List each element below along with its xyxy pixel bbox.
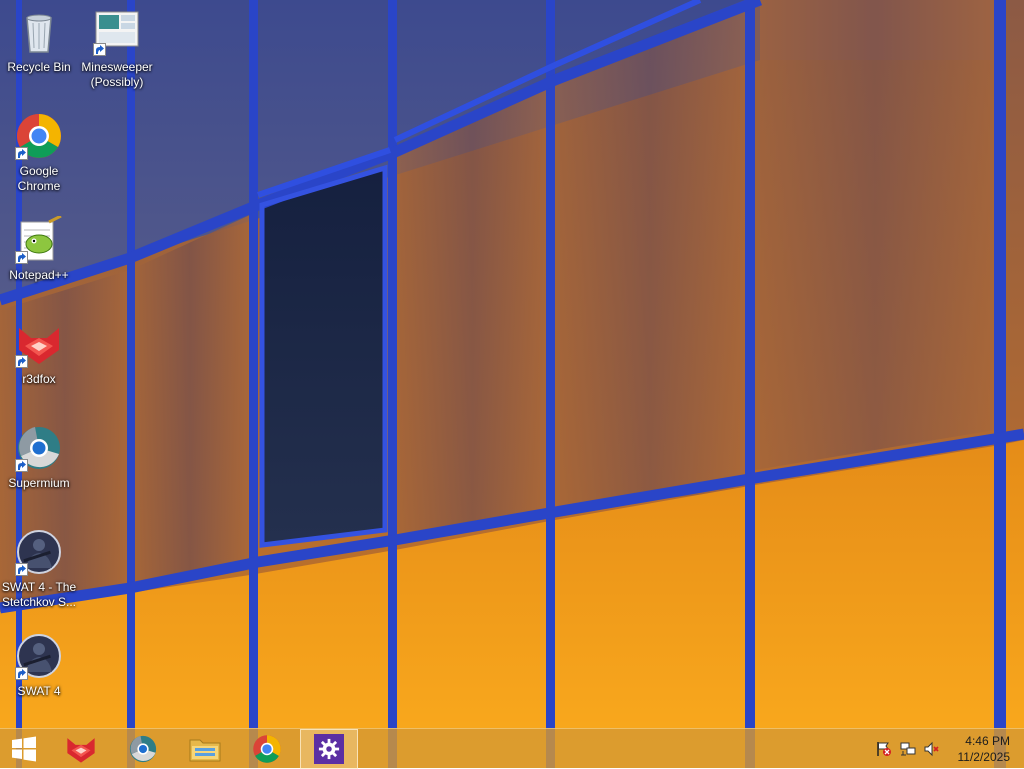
desktop-icon-label: Google Chrome (17, 164, 61, 193)
supermium-icon (129, 735, 157, 763)
desktop-icon-minesweeper[interactable]: Minesweeper (Possibly) (79, 2, 155, 98)
clock-date: 11/2/2025 (957, 750, 1011, 764)
swat4-icon (15, 632, 63, 680)
supermium-icon (15, 424, 63, 472)
recycle-bin-icon (15, 8, 63, 56)
taskbar-button-google-chrome[interactable] (238, 729, 296, 769)
taskbar-button-r3dfox[interactable] (52, 729, 110, 769)
taskbar-button-settings[interactable] (300, 729, 358, 769)
wallpaper-art (0, 0, 1024, 768)
taskbar-button-file-explorer[interactable] (176, 729, 234, 769)
swat4-icon (15, 528, 63, 576)
chrome-icon (253, 735, 281, 763)
desktop-icon-label: r3dfox (22, 372, 56, 386)
tray-clock[interactable]: 4:46 PM 11/2/2025 (940, 733, 1011, 765)
settings-tile (314, 734, 344, 764)
system-tray: 4:46 PM 11/2/2025 (864, 729, 1024, 769)
chrome-icon (15, 112, 63, 160)
desktop-icon-swat4-stetchkov[interactable]: SWAT 4 - The Stetchkov S... (1, 522, 77, 618)
taskbar-button-supermium[interactable] (114, 729, 172, 769)
shortcut-arrow-icon (15, 459, 28, 472)
network-icon[interactable] (900, 741, 916, 757)
action-center-flag-icon[interactable] (876, 741, 892, 757)
notepad-plus-plus-icon (15, 214, 63, 264)
desktop-icon-notepad-plus-plus[interactable]: Notepad++ (1, 210, 77, 306)
desktop-icon-supermium[interactable]: Supermium (1, 418, 77, 514)
desktop-icon-label: Notepad++ (9, 268, 69, 282)
desktop-icon-label: SWAT 4 (17, 684, 61, 698)
clock-time: 4:46 PM (965, 734, 1010, 748)
taskbar: 4:46 PM 11/2/2025 (0, 728, 1024, 769)
desktop-icon-r3dfox[interactable]: r3dfox (1, 314, 77, 410)
shortcut-arrow-icon (15, 147, 28, 160)
minesweeper-icon (93, 8, 141, 56)
windows-logo-icon (12, 736, 36, 762)
r3dfox-icon (67, 738, 95, 763)
shortcut-arrow-icon (15, 563, 28, 576)
desktop-icon-label: Supermium (8, 476, 70, 490)
gear-icon (318, 738, 340, 760)
shortcut-arrow-icon (93, 43, 106, 56)
desktop-icon-label: Recycle Bin (7, 60, 71, 74)
shortcut-arrow-icon (15, 667, 28, 680)
desktop-wallpaper (0, 0, 1024, 768)
r3dfox-icon (15, 320, 63, 368)
desktop-icon-label: SWAT 4 - The Stetchkov S... (1, 580, 77, 609)
shortcut-arrow-icon (15, 355, 28, 368)
desktop-icon-recycle-bin[interactable]: Recycle Bin (1, 2, 77, 98)
shortcut-arrow-icon (15, 251, 28, 264)
folder-icon (189, 739, 221, 762)
desktop-icon-google-chrome[interactable]: Google Chrome (1, 106, 77, 202)
desktop-icon-swat4[interactable]: SWAT 4 (1, 626, 77, 722)
desktop-icon-label: Minesweeper (Possibly) (81, 60, 153, 89)
volume-muted-icon[interactable] (924, 741, 940, 757)
start-button[interactable] (0, 729, 48, 769)
